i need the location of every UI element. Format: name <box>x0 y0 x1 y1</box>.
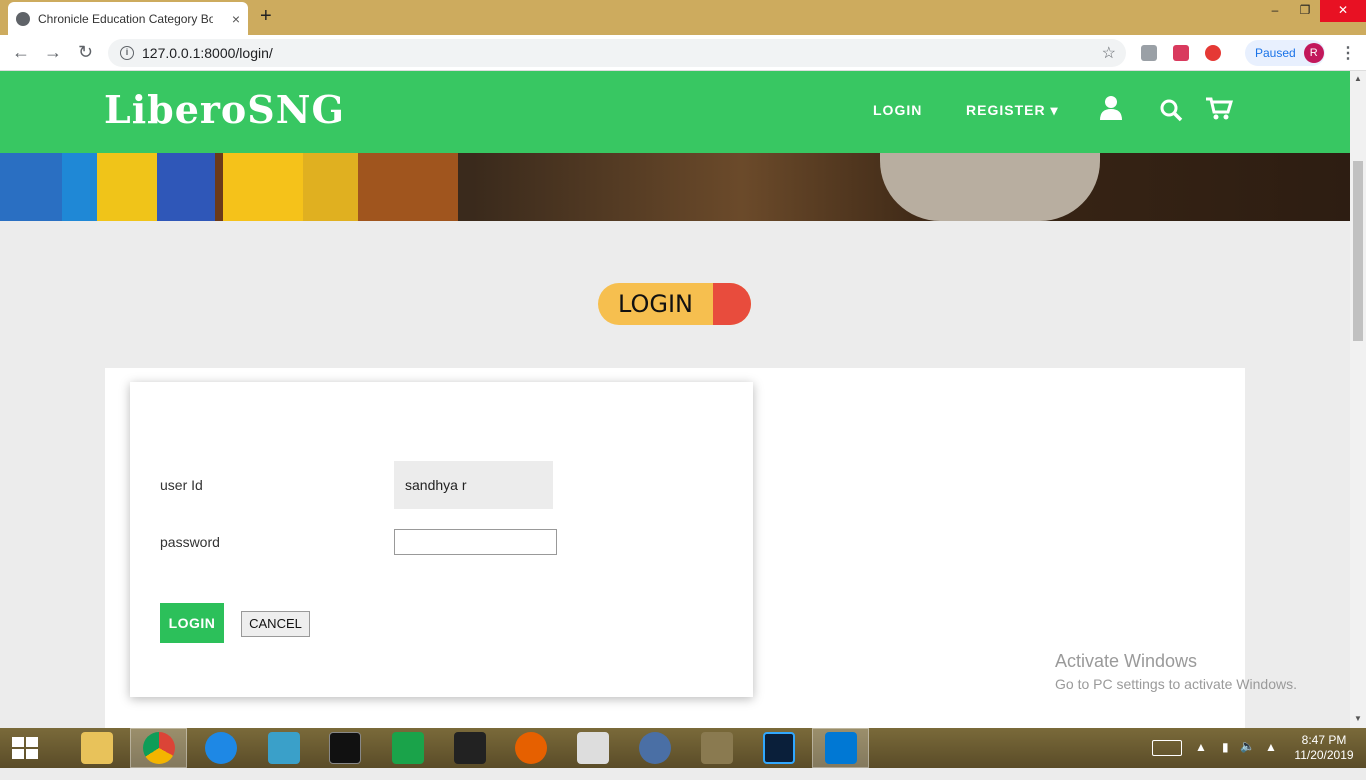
browser-tabstrip: Chronicle Education Category Bo × + – ❐ … <box>0 0 1366 35</box>
avatar: R <box>1303 43 1324 63</box>
app-icon[interactable] <box>639 732 671 764</box>
scroll-up-icon[interactable]: ▲ <box>1354 74 1362 83</box>
back-arrow-icon[interactable]: ← <box>12 42 30 63</box>
book-spine <box>215 153 223 221</box>
window-controls: – ❐ ✕ <box>1260 0 1366 22</box>
activate-windows-watermark: Activate Windows Go to PC settings to ac… <box>1055 651 1297 692</box>
store-icon[interactable] <box>392 732 424 764</box>
windows-taskbar: ▲ ▮ 🔈 ▲ 8:47 PM 11/20/2019 <box>0 728 1366 768</box>
login-form-card: user Id sandhya r password LOGIN CANCEL <box>130 382 753 697</box>
vscode-icon[interactable] <box>825 732 857 764</box>
login-badge: LOGIN <box>598 283 751 325</box>
book-spine <box>97 153 157 221</box>
search-icon[interactable] <box>1159 98 1183 122</box>
reload-icon[interactable]: ↻ <box>78 42 93 63</box>
internet-explorer-icon[interactable] <box>205 732 237 764</box>
extension-icon[interactable] <box>1141 45 1157 61</box>
pdf-extension-icon[interactable] <box>1173 45 1189 61</box>
tools-icon[interactable] <box>701 732 733 764</box>
user-icon[interactable] <box>1099 95 1123 121</box>
maximize-button[interactable]: ❐ <box>1290 0 1320 22</box>
chrome-icon[interactable] <box>143 732 175 764</box>
bookmark-star-icon[interactable]: ☆ <box>1102 43 1116 63</box>
firefox-icon[interactable] <box>515 732 547 764</box>
game-icon[interactable] <box>454 732 486 764</box>
paused-label: Paused <box>1255 46 1296 60</box>
book-spine <box>157 153 215 221</box>
clock-time: 8:47 PM <box>1301 733 1347 747</box>
network-icon[interactable]: ▲ <box>1265 740 1277 780</box>
minimize-button[interactable]: – <box>1260 0 1290 22</box>
pdf-tool-extension-icon[interactable] <box>1205 45 1221 61</box>
close-window-button[interactable]: ✕ <box>1320 0 1366 22</box>
badge-accent <box>713 283 751 325</box>
book-spine <box>223 153 303 221</box>
cancel-button[interactable]: CANCEL <box>241 611 310 637</box>
book-spine <box>0 153 62 221</box>
page-viewport: LiberoSNG LOGIN REGISTER ▾ LOGIN user Id… <box>0 71 1350 728</box>
photoshop-icon[interactable] <box>763 732 795 764</box>
activate-subtitle: Go to PC settings to activate Windows. <box>1055 676 1297 692</box>
forward-arrow-icon[interactable]: → <box>44 42 62 63</box>
file-explorer-icon[interactable] <box>81 732 113 764</box>
command-prompt-icon[interactable] <box>329 732 361 764</box>
password-label: password <box>160 534 220 550</box>
nav-login-link[interactable]: LOGIN <box>873 102 922 118</box>
cart-icon[interactable] <box>1205 97 1233 121</box>
browser-tab[interactable]: Chronicle Education Category Bo × <box>8 2 248 35</box>
tab-title: Chronicle Education Category Bo <box>38 11 213 26</box>
info-icon[interactable]: i <box>120 46 134 60</box>
address-bar[interactable]: i 127.0.0.1:8000/login/ ☆ <box>108 39 1126 67</box>
login-button[interactable]: LOGIN <box>160 603 224 643</box>
person-shirt <box>880 153 1100 221</box>
site-navbar: LiberoSNG LOGIN REGISTER ▾ <box>0 71 1350 153</box>
app-icon[interactable] <box>268 732 300 764</box>
tray-chevron-icon[interactable]: ▲ <box>1195 740 1207 780</box>
url-text[interactable]: 127.0.0.1:8000/login/ <box>142 45 273 61</box>
volume-icon[interactable]: 🔈 <box>1240 739 1255 779</box>
keyboard-icon[interactable] <box>1152 740 1182 756</box>
book-spine <box>358 153 458 221</box>
site-logo[interactable]: LiberoSNG <box>104 87 345 132</box>
tab-close-icon[interactable]: × <box>232 11 240 27</box>
taskbar-clock[interactable]: 8:47 PM 11/20/2019 <box>1293 733 1355 763</box>
nav-register-dropdown[interactable]: REGISTER ▾ <box>966 102 1058 119</box>
profile-button[interactable]: Paused R <box>1245 40 1325 66</box>
clock-date: 11/20/2019 <box>1294 748 1354 762</box>
password-input[interactable] <box>394 529 557 555</box>
menu-icon[interactable]: ⋮ <box>1340 43 1356 63</box>
document-app-icon[interactable] <box>577 732 609 764</box>
user-id-label: user Id <box>160 477 203 493</box>
book-spine <box>303 153 358 221</box>
globe-icon <box>16 11 30 26</box>
new-tab-button[interactable]: + <box>260 5 272 28</box>
book-spine <box>62 153 97 221</box>
page-scrollbar[interactable]: ▲ ▼ <box>1350 71 1366 728</box>
scroll-down-icon[interactable]: ▼ <box>1354 714 1362 723</box>
browser-toolbar: ← → ↻ i 127.0.0.1:8000/login/ ☆ Paused R… <box>0 35 1366 71</box>
hero-banner-image <box>0 153 1350 221</box>
windows-start-icon[interactable] <box>12 737 38 759</box>
login-heading: LOGIN <box>617 290 694 318</box>
scroll-thumb[interactable] <box>1353 161 1363 341</box>
activate-title: Activate Windows <box>1055 651 1198 671</box>
battery-icon[interactable]: ▮ <box>1222 740 1229 780</box>
user-id-input[interactable]: sandhya r <box>394 461 553 509</box>
